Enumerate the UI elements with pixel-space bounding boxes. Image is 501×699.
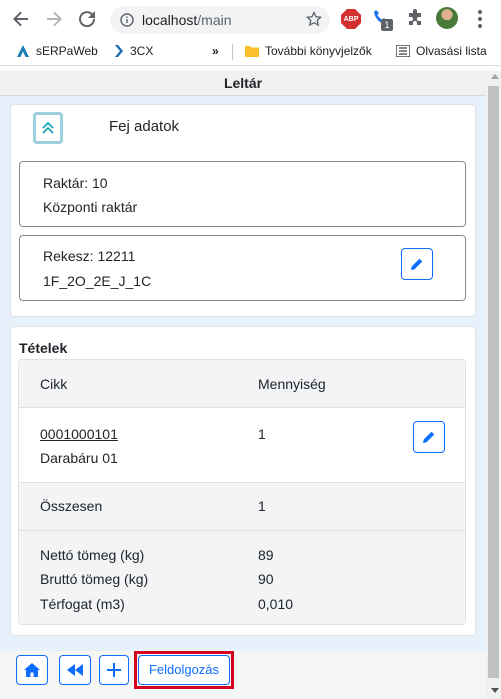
items-title: Tételek xyxy=(19,340,68,356)
pencil-icon xyxy=(423,431,435,443)
info-icon[interactable] xyxy=(120,13,134,32)
bookmarks-overflow-button[interactable]: » xyxy=(212,44,219,58)
header-section-label: Fej adatok xyxy=(109,118,180,135)
folder-icon xyxy=(245,46,259,57)
bookmark-label: Olvasási lista xyxy=(416,44,487,58)
overflow-label: » xyxy=(212,44,219,58)
bin-code: Rekesz: 12211 xyxy=(43,248,136,264)
net-weight-value: 89 xyxy=(258,547,274,563)
bookmark-label: További könyvjelzők xyxy=(265,44,372,58)
serpaweb-icon xyxy=(17,45,29,57)
warehouse-name: Központi raktár xyxy=(43,199,138,215)
items-table-header xyxy=(19,360,465,408)
puzzle-extensions-icon[interactable] xyxy=(406,9,424,32)
scrollbar-thumb[interactable] xyxy=(488,86,499,678)
page-title: Leltár xyxy=(0,71,486,96)
item-quantity: 1 xyxy=(258,426,266,442)
gross-weight-value: 90 xyxy=(258,571,274,587)
column-header-quantity: Mennyiség xyxy=(258,376,326,392)
profile-avatar[interactable] xyxy=(436,7,458,29)
add-button[interactable] xyxy=(99,655,129,685)
forward-icon[interactable] xyxy=(43,8,65,30)
net-weight-label: Nettó tömeg (kg) xyxy=(40,547,145,563)
scroll-down-icon[interactable] xyxy=(491,688,499,693)
item-name: Darabáru 01 xyxy=(40,450,118,466)
bin-name: 1F_2O_2E_J_1C xyxy=(43,273,152,289)
gross-weight-label: Bruttó tömeg (kg) xyxy=(40,571,149,587)
abp-label: ABP xyxy=(341,9,361,29)
address-bar[interactable]: localhost/main xyxy=(110,6,330,34)
warehouse-code: Raktár: 10 xyxy=(43,175,108,191)
collapse-header-button[interactable] xyxy=(33,112,63,144)
browser-menu-icon[interactable] xyxy=(478,10,482,31)
home-icon xyxy=(24,663,40,677)
browser-toolbar: localhost/main ABP 1 xyxy=(0,0,501,38)
avatar xyxy=(436,7,458,29)
total-label: Összesen xyxy=(40,498,103,514)
star-icon[interactable] xyxy=(305,10,323,32)
url-host: localhost xyxy=(142,12,198,28)
bin-box xyxy=(19,235,466,301)
item-code-link[interactable]: 0001000101 xyxy=(40,426,118,442)
bookmark-label: sERPaWeb xyxy=(36,44,98,58)
adblock-icon[interactable]: ABP xyxy=(341,9,361,29)
bookmarks-divider xyxy=(232,44,233,60)
highlight-box xyxy=(134,651,234,689)
volume-value: 0,010 xyxy=(258,596,294,612)
chevron-double-up-icon xyxy=(42,121,54,134)
bookmark-3cx[interactable]: 3CX xyxy=(114,44,153,58)
warehouse-box xyxy=(19,161,466,227)
total-value: 1 xyxy=(258,498,266,514)
scroll-up-icon[interactable] xyxy=(491,74,499,79)
bookmark-other-folder[interactable]: További könyvjelzők xyxy=(245,44,372,58)
bookmark-reading-list[interactable]: Olvasási lista xyxy=(396,44,487,58)
back-to-start-button[interactable] xyxy=(59,655,91,685)
plus-icon xyxy=(107,663,121,677)
back-icon[interactable] xyxy=(10,8,32,30)
bookmarks-bar: sERPaWeb 3CX » További könyvjelzők Olvas… xyxy=(0,38,501,66)
phone-extension-icon[interactable]: 1 xyxy=(373,9,393,32)
pencil-icon xyxy=(411,258,423,270)
edit-item-button[interactable] xyxy=(413,421,445,453)
extension-badge: 1 xyxy=(381,19,393,31)
url-text: localhost/main xyxy=(142,12,232,28)
reload-icon[interactable] xyxy=(76,8,98,30)
column-header-item: Cikk xyxy=(40,376,68,392)
url-path: /main xyxy=(197,12,232,28)
volume-label: Térfogat (m3) xyxy=(40,596,125,612)
bookmark-serpaweb[interactable]: sERPaWeb xyxy=(16,44,98,58)
reading-list-icon xyxy=(396,45,410,57)
rewind-icon xyxy=(67,664,83,676)
edit-bin-button[interactable] xyxy=(401,248,433,280)
bookmark-label: 3CX xyxy=(130,44,154,58)
3cx-icon xyxy=(115,45,123,57)
home-button[interactable] xyxy=(16,655,48,685)
